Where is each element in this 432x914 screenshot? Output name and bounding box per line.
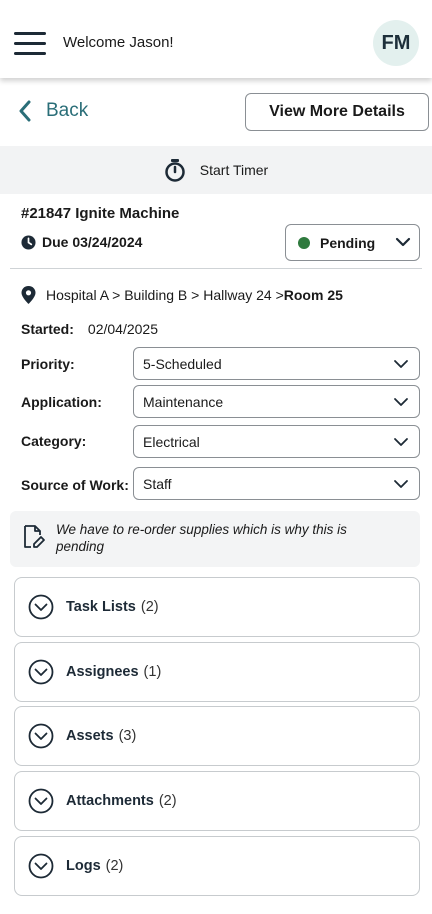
section-label: Assets bbox=[66, 728, 114, 744]
chevron-circle-down-icon bbox=[28, 659, 54, 685]
source-of-work-dropdown[interactable]: Staff bbox=[133, 467, 420, 500]
status-dropdown[interactable]: Pending bbox=[285, 224, 420, 261]
chevron-circle-down-icon bbox=[28, 723, 54, 749]
chevron-down-icon bbox=[395, 237, 411, 247]
section-label: Logs bbox=[66, 858, 101, 874]
due-date: Due 03/24/2024 bbox=[21, 234, 142, 250]
section-count: (2) bbox=[140, 599, 159, 615]
section-label: Assignees bbox=[66, 664, 139, 680]
divider bbox=[10, 268, 422, 269]
top-bar: Welcome Jason! FM bbox=[0, 0, 432, 78]
chevron-down-icon bbox=[394, 360, 408, 368]
chevron-circle-down-icon bbox=[28, 853, 54, 879]
start-timer-button[interactable]: Start Timer bbox=[0, 146, 432, 194]
source-of-work-label: Source of Work: bbox=[21, 477, 129, 493]
location-path: Hospital A > Building B > Hallway 24 > bbox=[46, 287, 284, 303]
source-of-work-value: Staff bbox=[143, 475, 172, 492]
chevron-left-icon bbox=[19, 100, 31, 122]
section-task-lists[interactable]: Task Lists (2) bbox=[14, 577, 420, 637]
section-assets[interactable]: Assets (3) bbox=[14, 706, 420, 766]
due-date-text: Due 03/24/2024 bbox=[42, 234, 143, 250]
application-label: Application: bbox=[21, 394, 102, 410]
note-box: We have to re-order supplies which is wh… bbox=[10, 511, 420, 567]
chevron-circle-down-icon bbox=[28, 788, 54, 814]
avatar[interactable]: FM bbox=[373, 20, 419, 66]
category-value: Electrical bbox=[143, 433, 200, 450]
back-button[interactable]: Back bbox=[18, 100, 88, 122]
chevron-down-icon bbox=[394, 438, 408, 446]
location-room: Room 25 bbox=[283, 287, 343, 303]
start-timer-label: Start Timer bbox=[199, 162, 269, 178]
application-value: Maintenance bbox=[143, 393, 224, 410]
section-logs[interactable]: Logs (2) bbox=[14, 836, 420, 896]
section-count: (2) bbox=[158, 793, 177, 809]
section-count: (1) bbox=[143, 664, 162, 680]
section-count: (2) bbox=[105, 858, 124, 874]
hamburger-menu-icon[interactable] bbox=[14, 32, 46, 56]
stopwatch-icon bbox=[165, 159, 185, 182]
started-row: Started: 02/04/2025 bbox=[21, 321, 158, 337]
priority-label: Priority: bbox=[21, 356, 75, 372]
priority-value: 5-Scheduled bbox=[143, 355, 222, 372]
status-value: Pending bbox=[320, 234, 376, 251]
note-text: We have to re-order supplies which is wh… bbox=[56, 522, 347, 554]
welcome-text: Welcome Jason! bbox=[63, 34, 174, 51]
chevron-down-icon bbox=[394, 480, 408, 488]
section-label: Attachments bbox=[66, 793, 154, 809]
map-pin-icon bbox=[21, 286, 36, 304]
application-dropdown[interactable]: Maintenance bbox=[133, 385, 420, 418]
status-dot-icon bbox=[298, 236, 310, 249]
work-order-title: #21847 Ignite Machine bbox=[21, 205, 180, 222]
section-count: (3) bbox=[118, 728, 137, 744]
section-attachments[interactable]: Attachments (2) bbox=[14, 771, 420, 831]
chevron-down-icon bbox=[394, 398, 408, 406]
started-label: Started: bbox=[21, 321, 74, 337]
clock-icon bbox=[21, 234, 36, 250]
back-label: Back bbox=[46, 100, 89, 121]
location: Hospital A > Building B > Hallway 24 > R… bbox=[21, 286, 343, 304]
edit-document-icon bbox=[24, 525, 45, 548]
category-label: Category: bbox=[21, 433, 87, 449]
started-value: 02/04/2025 bbox=[87, 321, 158, 337]
priority-dropdown[interactable]: 5-Scheduled bbox=[133, 347, 420, 380]
category-dropdown[interactable]: Electrical bbox=[133, 425, 420, 458]
chevron-circle-down-icon bbox=[28, 594, 54, 620]
view-more-details-button[interactable]: View More Details bbox=[245, 93, 429, 131]
section-assignees[interactable]: Assignees (1) bbox=[14, 642, 420, 702]
section-label: Task Lists bbox=[66, 599, 136, 615]
